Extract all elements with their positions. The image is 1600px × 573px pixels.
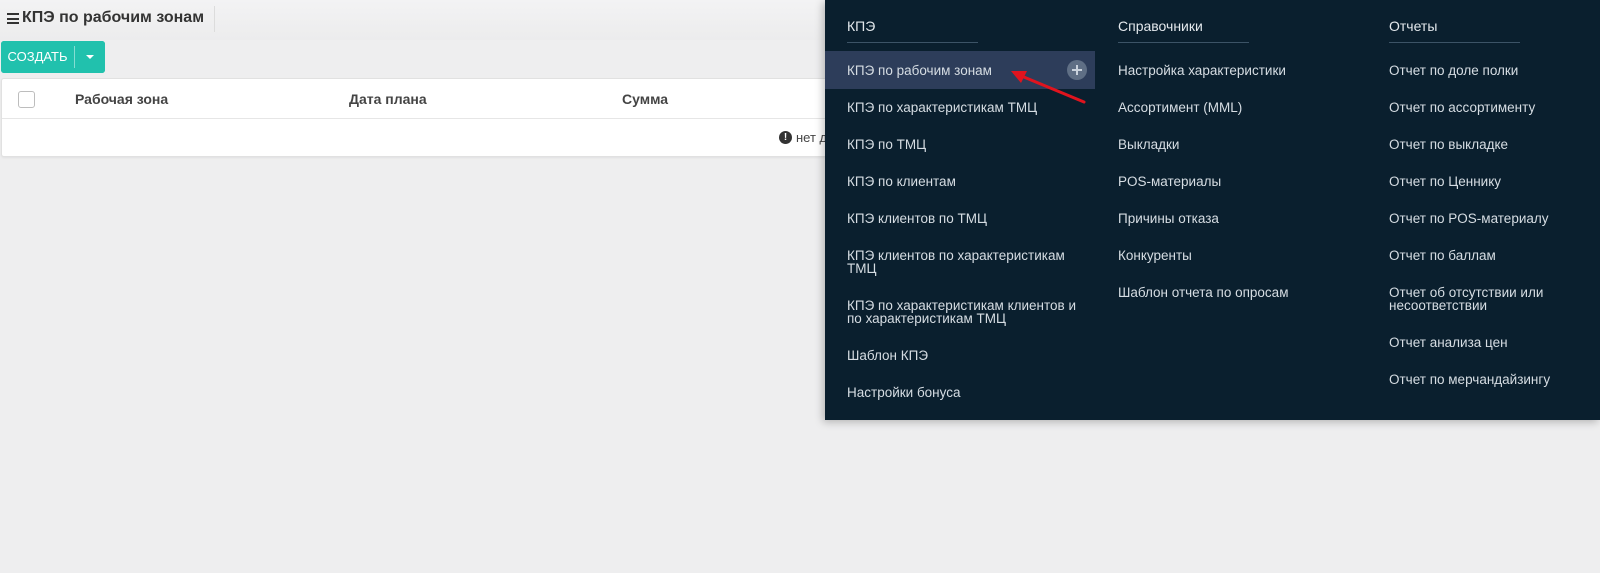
menu-column-title: Отчеты — [1389, 18, 1438, 34]
header-divider — [214, 6, 215, 32]
menu-item-layout-report[interactable]: Отчет по выкладке — [1367, 137, 1600, 152]
menu-item-label: Отчет по ассортименту — [1389, 100, 1536, 115]
menu-item-label: Шаблон КПЭ — [847, 348, 929, 363]
menu-item-label: Отчет по мерчандайзингу — [1389, 372, 1551, 387]
menu-item-label: КПЭ клиентов по ТМЦ — [847, 211, 987, 226]
exclamation-icon: ! — [779, 131, 792, 144]
create-dropdown-button[interactable] — [75, 41, 105, 73]
menu-item-pos-material-report[interactable]: Отчет по POS-материалу — [1367, 211, 1600, 226]
menu-item-kpe-products[interactable]: КПЭ по ТМЦ — [825, 137, 1095, 152]
menu-item-label: КПЭ по ТМЦ — [847, 137, 927, 152]
menu-item-label: КПЭ по характеристикам ТМЦ — [847, 100, 1038, 115]
menu-item-label: Конкуренты — [1118, 248, 1192, 263]
menu-item-price-tag-report[interactable]: Отчет по Ценнику — [1367, 174, 1600, 189]
caret-down-icon — [86, 55, 94, 59]
menu-item-label: Отчет анализа цен — [1389, 335, 1508, 350]
column-header-sum[interactable]: Сумма — [622, 91, 668, 107]
menu-item-label: Отчет по доле полки — [1389, 63, 1519, 78]
page-title: КПЭ по рабочим зонам — [22, 9, 205, 26]
menu-item-label: Отчет по баллам — [1389, 248, 1496, 263]
menu-item-assortment-mml[interactable]: Ассортимент (MML) — [1096, 100, 1366, 115]
navigation-mega-menu: КПЭ КПЭ по рабочим зонам КПЭ по характер… — [825, 0, 1600, 420]
create-button-group: СОЗДАТЬ — [1, 41, 105, 73]
menu-item-label: Настройка характеристики — [1118, 63, 1286, 78]
menu-column-title: Справочники — [1118, 18, 1203, 34]
menu-item-label: Шаблон отчета по опросам — [1118, 285, 1289, 300]
menu-item-competitors[interactable]: Конкуренты — [1096, 248, 1366, 263]
menu-item-kpe-product-characteristics[interactable]: КПЭ по характеристикам ТМЦ — [825, 100, 1095, 115]
menu-item-label: Причины отказа — [1118, 211, 1219, 226]
menu-item-layouts[interactable]: Выкладки — [1096, 137, 1366, 152]
menu-item-kpe-clients[interactable]: КПЭ по клиентам — [825, 174, 1095, 189]
menu-column-title: КПЭ — [847, 18, 876, 34]
menu-item-shelf-share-report[interactable]: Отчет по доле полки — [1367, 63, 1600, 78]
menu-item-label: КПЭ клиентов по характеристикам ТМЦ — [847, 248, 1065, 276]
menu-item-label: Отчет об отсутствии или несоответствии — [1389, 285, 1544, 313]
menu-item-points-report[interactable]: Отчет по баллам — [1367, 248, 1600, 263]
create-button[interactable]: СОЗДАТЬ — [1, 41, 74, 73]
menu-item-price-analysis-report[interactable]: Отчет анализа цен — [1367, 335, 1600, 350]
column-header-work-zone[interactable]: Рабочая зона — [75, 91, 168, 107]
menu-item-label: Настройки бонуса — [847, 385, 961, 400]
menu-item-kpe-template[interactable]: Шаблон КПЭ — [825, 348, 1095, 363]
menu-item-label: КПЭ по характеристикам клиентов и по хар… — [847, 298, 1077, 326]
select-all-checkbox[interactable] — [18, 91, 35, 108]
menu-item-label: POS-материалы — [1118, 174, 1222, 189]
menu-item-bonus-settings[interactable]: Настройки бонуса — [825, 385, 1095, 400]
menu-item-survey-report-template[interactable]: Шаблон отчета по опросам — [1096, 285, 1366, 300]
menu-item-absence-report[interactable]: Отчет об отсутствии или несоответствии — [1367, 285, 1600, 313]
menu-item-kpe-client-and-product-characteristics[interactable]: КПЭ по характеристикам клиентов и по хар… — [825, 298, 1095, 326]
hamburger-menu-icon[interactable] — [7, 13, 19, 24]
menu-item-merchandising-report[interactable]: Отчет по мерчандайзингу — [1367, 372, 1600, 387]
menu-column-underline — [1118, 42, 1249, 43]
menu-item-refusal-reasons[interactable]: Причины отказа — [1096, 211, 1366, 226]
menu-item-kpe-clients-product-characteristics[interactable]: КПЭ клиентов по характеристикам ТМЦ — [825, 248, 1095, 276]
menu-item-label: КПЭ по клиентам — [847, 174, 956, 189]
menu-item-label: Отчет по Ценнику — [1389, 174, 1502, 189]
table-header: Рабочая зона Дата плана Сумма — [2, 79, 830, 119]
menu-column-underline — [1389, 42, 1520, 43]
menu-item-label: КПЭ по рабочим зонам — [847, 63, 992, 78]
plus-icon[interactable] — [1067, 60, 1087, 80]
menu-item-label: Выкладки — [1118, 137, 1180, 152]
menu-item-kpe-work-zones[interactable]: КПЭ по рабочим зонам — [825, 51, 1095, 89]
column-header-plan-date[interactable]: Дата плана — [349, 91, 427, 107]
menu-item-characteristic-settings[interactable]: Настройка характеристики — [1096, 63, 1366, 78]
menu-item-label: Ассортимент (MML) — [1118, 100, 1243, 115]
menu-item-label: Отчет по POS-материалу — [1389, 211, 1549, 226]
menu-item-pos-materials[interactable]: POS-материалы — [1096, 174, 1366, 189]
page: КПЭ по рабочим зонам СОЗДАТЬ Рабочая зон… — [0, 0, 1600, 573]
menu-item-label: Отчет по выкладке — [1389, 137, 1509, 152]
table-empty-row: ! нет д — [2, 119, 830, 157]
menu-item-assortment-report[interactable]: Отчет по ассортименту — [1367, 100, 1600, 115]
menu-item-kpe-clients-products[interactable]: КПЭ клиентов по ТМЦ — [825, 211, 1095, 226]
menu-column-underline — [847, 42, 978, 43]
empty-message: нет д — [796, 130, 828, 145]
data-table: Рабочая зона Дата плана Сумма ! нет д — [1, 78, 831, 157]
